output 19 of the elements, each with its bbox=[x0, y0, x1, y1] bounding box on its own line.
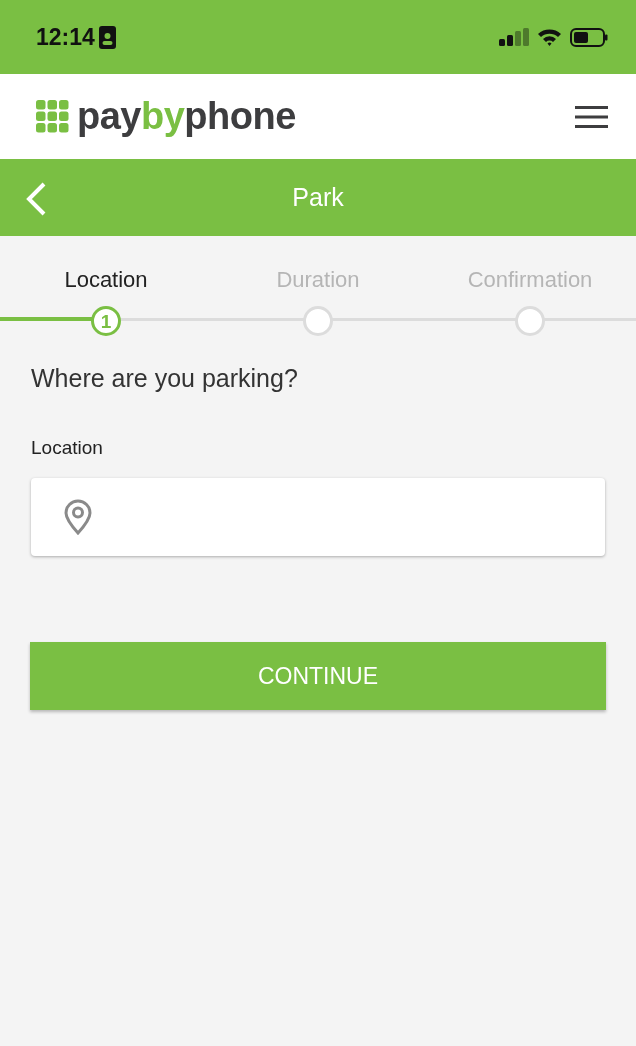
status-time: 12:14 bbox=[36, 22, 95, 52]
location-pin-icon bbox=[63, 499, 93, 535]
location-field[interactable] bbox=[31, 478, 605, 556]
step-label[interactable]: Duration bbox=[276, 266, 360, 294]
step-label[interactable]: Confirmation bbox=[467, 266, 593, 294]
page-title: Park bbox=[292, 181, 344, 213]
continue-button[interactable]: CONTINUE bbox=[30, 642, 606, 710]
wifi-icon bbox=[537, 28, 562, 46]
step-label[interactable]: Location bbox=[64, 266, 148, 294]
signal-icon bbox=[499, 28, 529, 46]
question-heading: Where are you parking? bbox=[31, 363, 299, 394]
logo-icon bbox=[36, 100, 69, 133]
logo-text: paybyphone bbox=[77, 94, 296, 139]
menu-icon[interactable] bbox=[575, 105, 608, 128]
id-card-icon bbox=[98, 25, 116, 49]
back-icon[interactable] bbox=[24, 181, 48, 217]
battery-icon bbox=[570, 27, 608, 47]
field-label: Location bbox=[31, 435, 104, 460]
step-marker: 1 bbox=[91, 306, 121, 336]
